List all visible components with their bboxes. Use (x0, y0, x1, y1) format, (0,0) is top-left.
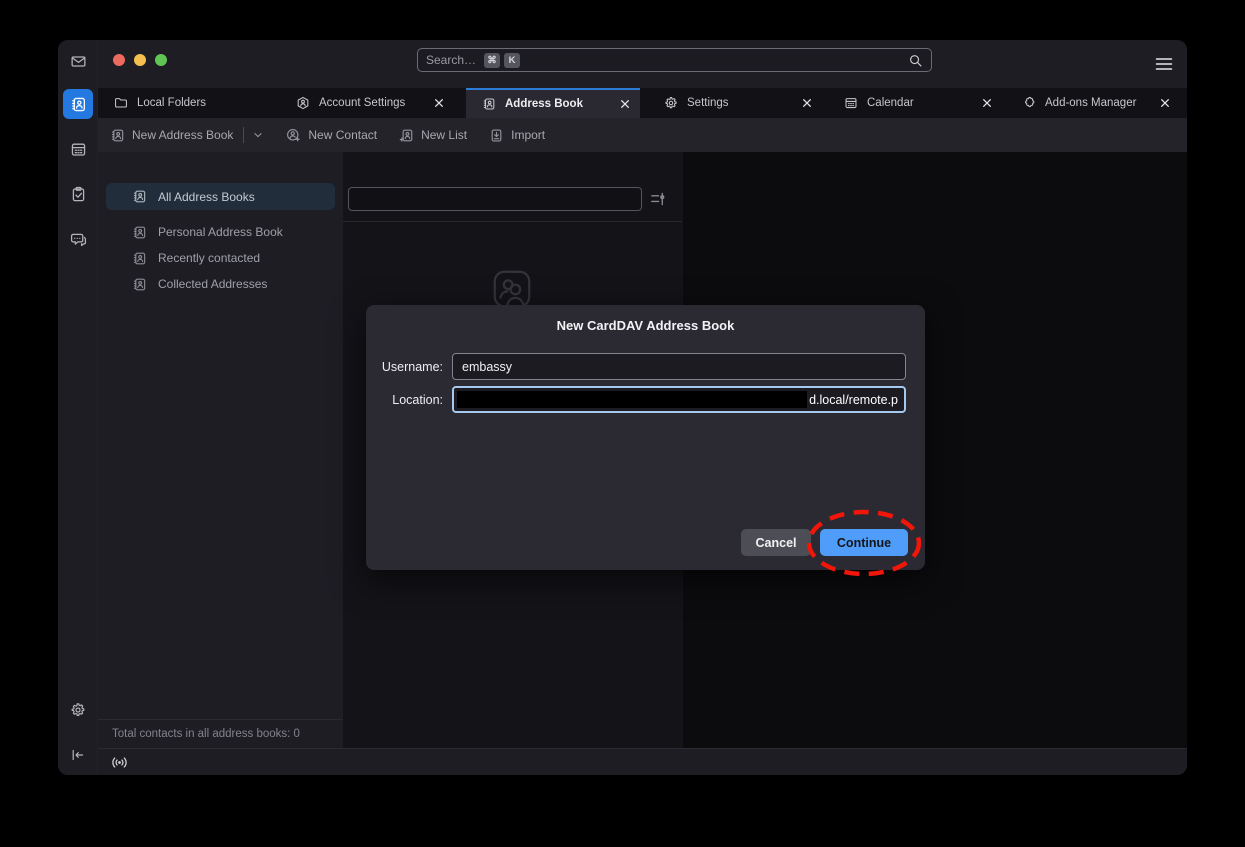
tab-label: Local Folders (137, 97, 264, 109)
collapse-spaces-button[interactable] (63, 740, 93, 770)
sidebar-item-label: Recently contacted (158, 251, 260, 265)
close-icon[interactable] (1158, 96, 1172, 110)
search-icon (908, 53, 923, 68)
sidebar-item-label: All Address Books (158, 190, 255, 204)
puzzle-icon (1022, 96, 1036, 110)
tab-bar: Local Folders Account Settings Address B… (98, 88, 1187, 118)
global-search-input[interactable]: Search… ⌘ K (417, 48, 932, 72)
folder-icon (114, 96, 128, 110)
import-icon (489, 128, 504, 143)
tab-addons-manager[interactable]: Add-ons Manager (1006, 88, 1180, 118)
close-icon[interactable] (980, 96, 994, 110)
gear-icon (664, 96, 678, 110)
address-book-icon (132, 225, 147, 240)
contacts-list-header (343, 152, 682, 222)
location-visible-text: d.local/remote.p (809, 393, 898, 407)
tab-address-book[interactable]: Address Book (466, 88, 640, 118)
address-book-icon (132, 189, 147, 204)
chevron-down-icon[interactable] (252, 129, 264, 141)
collapse-icon (70, 747, 86, 763)
display-options-button[interactable] (649, 190, 669, 208)
import-label: Import (511, 128, 545, 142)
mail-space-button[interactable] (63, 46, 93, 76)
new-contact-label: New Contact (308, 128, 377, 142)
account-settings-icon (296, 96, 310, 110)
k-key-badge: K (504, 53, 520, 68)
username-label: Username: (382, 360, 443, 374)
hamburger-icon (1155, 57, 1173, 71)
total-contacts-status: Total contacts in all address books: 0 (98, 719, 343, 748)
contacts-search-input[interactable] (348, 187, 642, 211)
import-button[interactable]: Import (489, 128, 545, 143)
calendar-space-button[interactable] (63, 134, 93, 164)
minimize-window-button[interactable] (134, 54, 146, 66)
dialog-title: New CardDAV Address Book (366, 318, 925, 333)
address-book-icon (132, 251, 147, 266)
address-book-icon (110, 128, 125, 143)
location-input[interactable]: d.local/remote.p (452, 386, 906, 413)
gear-icon (70, 702, 86, 718)
app-window: Search… ⌘ K Local Folders Account Settin… (58, 40, 1187, 775)
tab-label: Add-ons Manager (1045, 97, 1158, 109)
close-icon[interactable] (432, 96, 446, 110)
tab-label: Account Settings (319, 97, 432, 109)
spaces-toolbar (58, 40, 98, 775)
tab-local-folders[interactable]: Local Folders (98, 88, 272, 118)
sidebar-item-all-address-books[interactable]: All Address Books (106, 183, 335, 210)
tab-label: Settings (687, 97, 800, 109)
sidebar-item-collected-addresses[interactable]: Collected Addresses (106, 271, 335, 297)
close-icon[interactable] (618, 97, 632, 111)
username-input[interactable] (452, 353, 906, 380)
tab-label: Calendar (867, 97, 980, 109)
titlebar: Search… ⌘ K (98, 40, 1187, 88)
new-address-book-label: New Address Book (132, 128, 233, 142)
status-bar (98, 748, 1187, 775)
person-plus-icon (286, 128, 301, 143)
sidebar-item-label: Personal Address Book (158, 225, 283, 239)
address-book-sidebar: All Address Books Personal Address Book … (98, 152, 343, 748)
address-book-icon (482, 97, 496, 111)
cancel-button[interactable]: Cancel (741, 529, 811, 556)
address-book-icon (132, 277, 147, 292)
calendar-icon (70, 141, 87, 158)
mail-icon (70, 53, 87, 70)
address-book-icon (70, 96, 87, 113)
tab-calendar[interactable]: Calendar (828, 88, 1002, 118)
continue-button[interactable]: Continue (820, 529, 908, 556)
new-contact-button[interactable]: New Contact (286, 128, 377, 143)
new-carddav-dialog: New CardDAV Address Book Username: Locat… (366, 305, 925, 570)
address-book-toolbar: New Address Book New Contact New List Im… (98, 118, 1187, 152)
tab-account-settings[interactable]: Account Settings (280, 88, 454, 118)
zoom-window-button[interactable] (155, 54, 167, 66)
cmd-key-badge: ⌘ (484, 53, 500, 68)
display-options-icon (649, 190, 667, 208)
new-list-label: New List (421, 128, 467, 142)
split-button-divider (243, 127, 244, 143)
tasks-icon (70, 186, 87, 203)
app-menu-button[interactable] (1154, 54, 1174, 74)
broadcast-status-icon (111, 754, 128, 771)
tab-label: Address Book (505, 98, 618, 110)
sidebar-item-recently-contacted[interactable]: Recently contacted (106, 245, 335, 271)
chat-space-button[interactable] (63, 224, 93, 254)
close-icon[interactable] (800, 96, 814, 110)
redaction-bar (457, 391, 807, 408)
sidebar-item-personal-address-book[interactable]: Personal Address Book (106, 219, 335, 245)
address-book-space-button[interactable] (63, 89, 93, 119)
close-window-button[interactable] (113, 54, 125, 66)
tab-settings[interactable]: Settings (648, 88, 822, 118)
new-address-book-button[interactable]: New Address Book (110, 127, 264, 143)
location-label: Location: (392, 393, 443, 407)
chat-icon (70, 231, 87, 248)
tasks-space-button[interactable] (63, 179, 93, 209)
calendar-icon (844, 96, 858, 110)
spaces-settings-button[interactable] (63, 695, 93, 725)
new-list-button[interactable]: New List (399, 128, 467, 143)
list-plus-icon (399, 128, 414, 143)
sidebar-item-label: Collected Addresses (158, 277, 267, 291)
search-placeholder: Search… (426, 53, 476, 67)
